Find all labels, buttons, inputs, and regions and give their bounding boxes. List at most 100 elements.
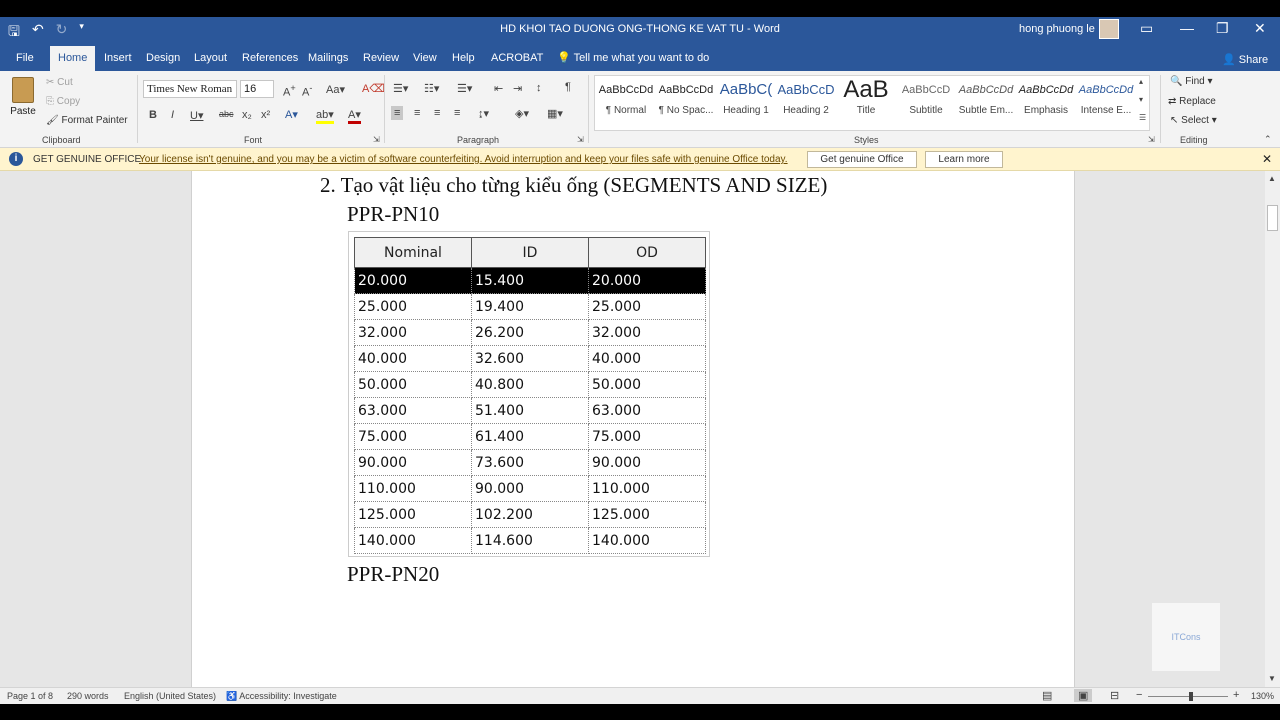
tab-layout[interactable]: Layout [194,52,227,64]
style-no-spacing[interactable]: AaBbCcDd ¶ No Spac... [656,79,716,116]
table-row[interactable]: 125.000 102.200 125.000 [354,501,706,528]
style-title[interactable]: AaB Title [836,79,896,116]
style-normal[interactable]: AaBbCcDd ¶ Normal [596,79,656,116]
tab-file[interactable]: File [16,52,34,64]
copy-button[interactable]: ⎘ Copy [46,96,80,107]
format-painter-button[interactable]: 🖌 Format Painter [46,115,128,126]
tab-home[interactable]: Home [50,46,96,71]
table-row[interactable]: 20.000 15.400 20.000 [354,267,706,294]
gallery-more-icon[interactable]: ☰ [1139,113,1146,122]
align-center-icon[interactable]: ≡ [414,107,420,119]
line-spacing-icon[interactable]: ↨▾ [478,107,489,120]
strikethrough-icon[interactable]: abc [219,109,234,119]
grow-font-icon[interactable]: A+ [283,83,296,99]
tab-design[interactable]: Design [146,52,180,64]
tab-references[interactable]: References [242,52,298,64]
decrease-indent-icon[interactable]: ⇤ [494,82,503,95]
style-emphasis[interactable]: AaBbCcDd Emphasis [1016,79,1076,116]
select-button[interactable]: ↖ Select ▾ [1170,115,1217,126]
font-launcher-icon[interactable]: ⇲ [373,135,380,144]
table-row[interactable]: 75.000 61.400 75.000 [354,423,706,450]
paragraph-launcher-icon[interactable]: ⇲ [577,135,584,144]
avatar[interactable] [1099,19,1119,39]
ribbon-display-icon[interactable]: ▭ [1140,20,1153,37]
style-subtitle[interactable]: AaBbCcD Subtitle [896,79,956,116]
style-heading-1[interactable]: AaBbC(Heading 1 [716,79,776,116]
change-case-icon[interactable]: Aa▾ [326,83,345,96]
style-intense-emphasis[interactable]: AaBbCcDd Intense E... [1076,79,1136,116]
tab-review[interactable]: Review [363,52,399,64]
share-button[interactable]: 👤 Share [1222,53,1268,66]
gallery-down-icon[interactable]: ▾ [1139,95,1143,104]
align-right-icon[interactable]: ≡ [434,107,440,119]
close-icon[interactable]: ✕ [1254,20,1266,37]
clear-formatting-icon[interactable]: A⌫ [362,82,385,95]
tab-help[interactable]: Help [452,52,475,64]
align-left-icon[interactable]: ≡ [391,106,404,120]
shrink-font-icon[interactable]: A- [302,83,312,99]
scroll-thumb[interactable] [1267,205,1278,231]
accessibility-status[interactable]: ♿ Accessibility: Investigate [226,691,337,702]
warning-message-link[interactable]: Your license isn't genuine, and you may … [139,154,788,165]
tab-acrobat[interactable]: ACROBAT [491,52,543,64]
tell-me-box[interactable]: 💡 Tell me what you want to do [557,51,709,64]
gallery-up-icon[interactable]: ▴ [1139,77,1143,86]
scroll-down-icon[interactable]: ▼ [1268,674,1276,683]
styles-launcher-icon[interactable]: ⇲ [1148,135,1155,144]
table-row[interactable]: 40.000 32.600 40.000 [354,345,706,372]
cut-button[interactable]: ✂ Cut [46,77,73,88]
increase-indent-icon[interactable]: ⇥ [513,82,522,95]
page-count[interactable]: Page 1 of 8 [7,691,53,701]
word-count[interactable]: 290 words [67,691,109,701]
paste-button[interactable]: Paste [8,77,38,125]
borders-icon[interactable]: ▦▾ [547,107,563,120]
zoom-slider-thumb[interactable] [1189,692,1193,701]
restore-icon[interactable]: ❐ [1216,20,1229,37]
font-color-icon[interactable]: A▾ [348,108,361,124]
show-marks-icon[interactable]: ¶ [565,81,571,93]
print-layout-icon[interactable]: ▣ [1074,689,1093,702]
zoom-in-icon[interactable]: + [1233,689,1239,701]
get-genuine-button[interactable]: Get genuine Office [807,151,917,168]
zoom-level[interactable]: 130% [1251,691,1274,701]
tab-insert[interactable]: Insert [104,52,132,64]
learn-more-button[interactable]: Learn more [925,151,1003,168]
table-row[interactable]: 50.000 40.800 50.000 [354,371,706,398]
multilevel-list-icon[interactable]: ☰▾ [457,82,472,95]
numbering-icon[interactable]: ☷▾ [424,82,439,95]
vertical-scrollbar[interactable]: ▲ ▼ [1265,171,1280,687]
find-button[interactable]: 🔍 Find ▾ [1170,76,1213,87]
table-row[interactable]: 32.000 26.200 32.000 [354,319,706,346]
italic-icon[interactable]: I [171,109,174,121]
replace-button[interactable]: ⇄ Replace [1168,96,1216,107]
web-layout-icon[interactable]: ⊟ [1110,689,1119,702]
bullets-icon[interactable]: ☰▾ [393,82,408,95]
style-subtle-emphasis[interactable]: AaBbCcDd Subtle Em... [956,79,1016,116]
close-icon[interactable]: ✕ [1262,152,1272,166]
tab-mailings[interactable]: Mailings [308,52,348,64]
subscript-icon[interactable]: x₂ [242,109,252,121]
zoom-out-icon[interactable]: − [1136,689,1142,701]
language-status[interactable]: English (United States) [124,691,216,701]
document-page[interactable]: 2. Tạo vật liệu cho từng kiểu ống (SEGME… [191,171,1075,687]
table-row[interactable]: 63.000 51.400 63.000 [354,397,706,424]
scroll-up-icon[interactable]: ▲ [1268,174,1276,183]
read-mode-icon[interactable]: ▤ [1042,689,1052,702]
tab-view[interactable]: View [413,52,437,64]
shading-icon[interactable]: ◈▾ [515,107,529,120]
style-heading-2[interactable]: AaBbCcD Heading 2 [776,79,836,116]
justify-icon[interactable]: ≡ [454,107,460,119]
table-row[interactable]: 90.000 73.600 90.000 [354,449,706,476]
minimize-icon[interactable]: — [1180,20,1194,36]
collapse-ribbon-icon[interactable]: ⌃ [1264,134,1272,145]
user-name[interactable]: hong phuong le [1019,23,1095,35]
table-row[interactable]: 110.000 90.000 110.000 [354,475,706,502]
table-row[interactable]: 140.000 114.600 140.000 [354,527,706,554]
text-effects-icon[interactable]: A▾ [285,108,298,121]
superscript-icon[interactable]: x² [261,109,270,121]
table-row[interactable]: 25.000 19.400 25.000 [354,293,706,320]
sort-icon[interactable]: ↕ [536,82,542,94]
highlight-icon[interactable]: ab▾ [316,108,334,124]
zoom-slider[interactable] [1148,696,1228,697]
table-image[interactable]: Nominal ID OD 20.000 15.400 20.000 25.000 19… [348,231,710,557]
